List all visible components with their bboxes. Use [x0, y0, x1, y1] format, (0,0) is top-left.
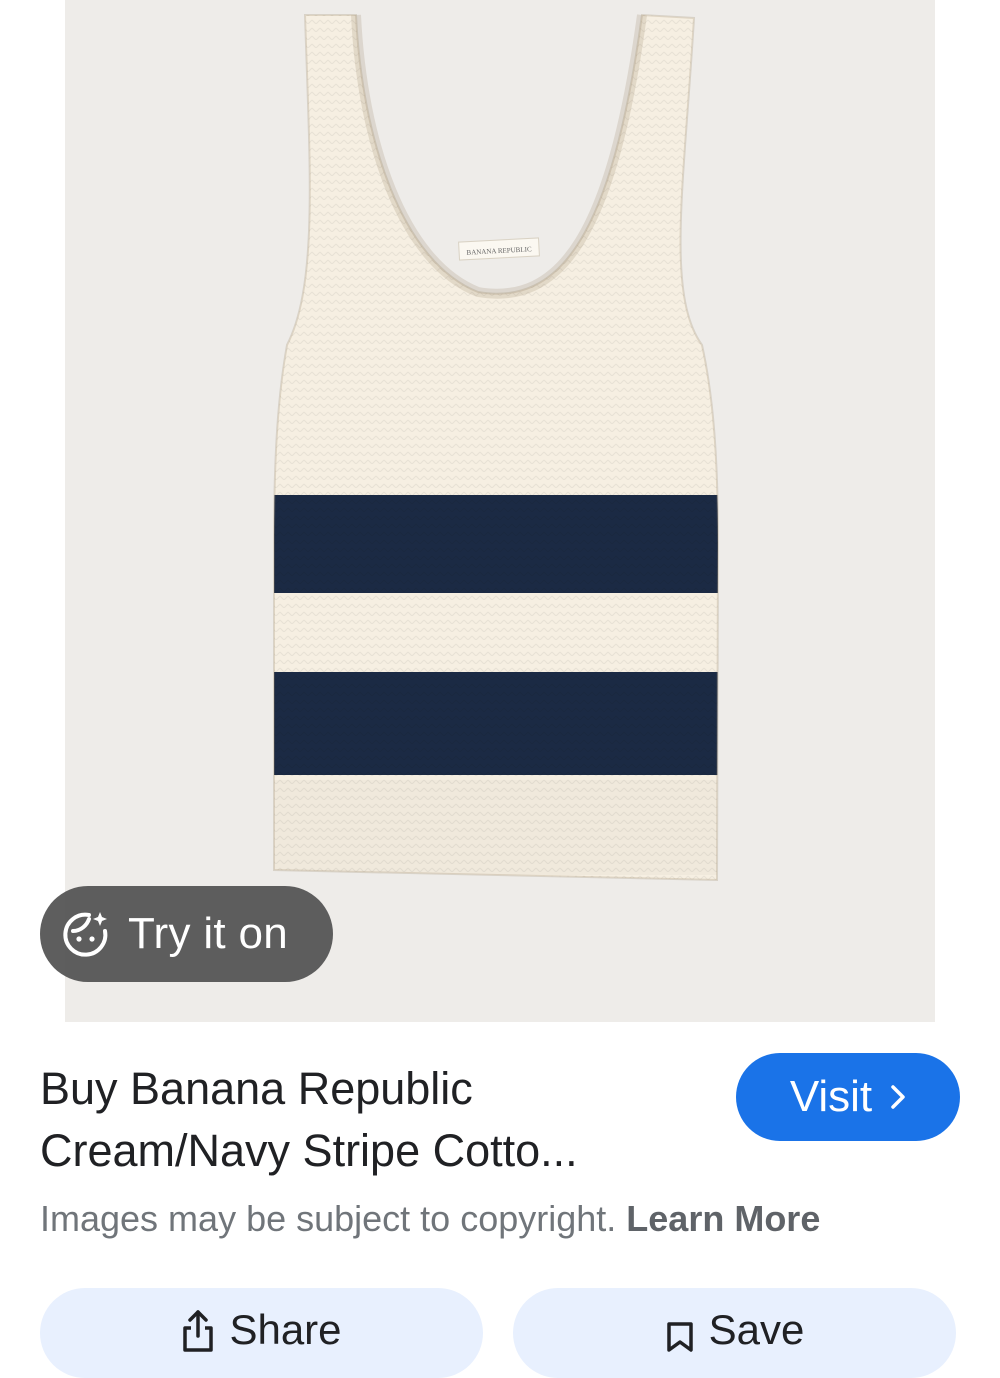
share-button[interactable]: Share: [40, 1288, 483, 1378]
copyright-text: Images may be subject to copyright.: [40, 1198, 617, 1239]
save-button[interactable]: Save: [513, 1288, 956, 1378]
chevron-right-icon: [890, 1075, 906, 1120]
visit-label: Visit: [789, 1072, 873, 1121]
learn-more-link[interactable]: Learn More: [626, 1198, 820, 1239]
result-title-line-1: Buy Banana Republic: [40, 1063, 473, 1114]
share-icon: [181, 1306, 215, 1354]
bookmark-icon: [665, 1306, 695, 1354]
try-it-on-button[interactable]: Try it on: [40, 886, 333, 982]
visit-button[interactable]: Visit: [736, 1053, 960, 1141]
try-it-on-label: Try it on: [128, 909, 288, 958]
result-title-line-2: Cream/Navy Stripe Cotto...: [40, 1125, 578, 1176]
product-image-tank-top: BANANA REPUBLIC: [273, 13, 720, 882]
product-image-area[interactable]: BANANA REPUBLIC Try it on: [0, 0, 1000, 1022]
try-on-face-sparkle-icon: [60, 908, 112, 960]
share-label: Share: [229, 1306, 342, 1353]
copyright-notice: Images may be subject to copyright. Lear…: [40, 1198, 970, 1240]
save-label: Save: [708, 1306, 805, 1353]
result-title[interactable]: Buy Banana Republic Cream/Navy Stripe Co…: [40, 1058, 700, 1182]
